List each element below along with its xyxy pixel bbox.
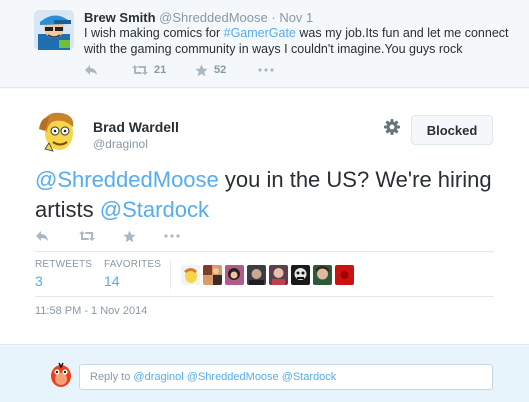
main-tweet-avatar[interactable] — [35, 109, 81, 155]
favorites-stat[interactable]: FAVORITES 14 — [104, 259, 161, 289]
favorite-star-icon — [195, 64, 208, 76]
main-tweet-actions — [35, 228, 235, 244]
main-author-name[interactable]: Brad Wardell — [93, 119, 179, 135]
current-user-avatar — [48, 360, 74, 388]
favorites-label: FAVORITES — [104, 259, 162, 270]
blocked-button[interactable]: Blocked — [411, 115, 493, 145]
parent-tweet[interactable]: Brew Smith @ShreddedMoose · Nov 1 I wish… — [0, 0, 529, 88]
parent-more-button[interactable] — [258, 62, 274, 78]
stats-bottom-divider — [35, 296, 494, 297]
favoriter-avatar[interactable] — [313, 265, 332, 285]
reply-mentions: @draginol @ShreddedMoose @Stardock — [133, 371, 337, 383]
retweets-label: RETWEETS — [35, 259, 93, 270]
gear-icon — [384, 119, 400, 135]
parent-favorite-button[interactable]: 52 — [195, 62, 226, 78]
stats-top-divider — [35, 251, 494, 252]
parent-retweet-button[interactable]: 21 — [132, 62, 166, 78]
main-author-handle[interactable]: @draginol — [93, 137, 148, 151]
main-favorite-button[interactable] — [123, 228, 136, 244]
reply-prefix: Reply to — [90, 371, 134, 383]
parent-favorite-count: 52 — [214, 64, 227, 76]
parent-reply-button[interactable] — [84, 62, 98, 78]
reply-area: Reply to @draginol @ShreddedMoose @Stard… — [0, 346, 529, 402]
favoriter-avatar[interactable] — [291, 265, 310, 285]
gamergate-hashtag-link[interactable]: #GamerGate — [224, 26, 296, 40]
parent-text-before: I wish making comics for — [84, 26, 224, 40]
favoriter-avatar[interactable] — [203, 265, 222, 285]
favoriter-avatars — [181, 265, 354, 285]
user-actions-gear-button[interactable] — [383, 118, 401, 136]
tweet-timestamp[interactable]: 11:58 PM - 1 Nov 2014 — [35, 305, 147, 317]
favoriter-avatar[interactable] — [225, 265, 244, 285]
parent-author-name[interactable]: Brew Smith — [84, 10, 156, 25]
retweets-stat[interactable]: RETWEETS 3 — [35, 259, 92, 289]
favoriter-avatar[interactable] — [269, 265, 288, 285]
parent-retweet-count: 21 — [154, 64, 167, 76]
permalink-tweet: Brad Wardell @draginol Blocked @Shredded… — [0, 89, 529, 345]
mention-stardock-link[interactable]: @Stardock — [100, 197, 209, 222]
more-dots-icon — [164, 234, 180, 238]
main-more-button[interactable] — [164, 228, 180, 244]
reply-icon — [36, 231, 48, 241]
stats-separator — [170, 261, 171, 289]
retweets-count: 3 — [35, 273, 43, 289]
parent-tweet-avatar[interactable] — [34, 10, 74, 50]
favorites-count: 14 — [104, 273, 120, 289]
mention-shreddedmoose-link[interactable]: @ShreddedMoose — [35, 167, 219, 192]
parent-meta-separator: · — [267, 10, 280, 25]
reply-input[interactable]: Reply to @draginol @ShreddedMoose @Stard… — [79, 364, 493, 390]
parent-tweet-text: I wish making comics for #GamerGate was … — [84, 25, 514, 57]
favorite-star-icon — [123, 230, 136, 242]
more-dots-icon — [258, 68, 274, 72]
main-retweet-button[interactable] — [79, 228, 95, 244]
retweet-icon — [79, 231, 95, 241]
retweet-icon — [132, 65, 148, 75]
reply-icon — [85, 65, 97, 75]
parent-tweet-header: Brew Smith @ShreddedMoose · Nov 1 — [84, 10, 313, 26]
parent-author-handle[interactable]: @ShreddedMoose — [159, 10, 268, 25]
favoriter-avatar[interactable] — [335, 265, 354, 285]
favoriter-avatar[interactable] — [181, 265, 200, 285]
main-reply-button[interactable] — [35, 228, 49, 244]
parent-tweet-date[interactable]: Nov 1 — [279, 10, 313, 25]
parent-tweet-actions: 21 52 — [84, 62, 384, 78]
main-tweet-text: @ShreddedMoose you in the US? We're hiri… — [35, 165, 505, 225]
favoriter-avatar[interactable] — [247, 265, 266, 285]
